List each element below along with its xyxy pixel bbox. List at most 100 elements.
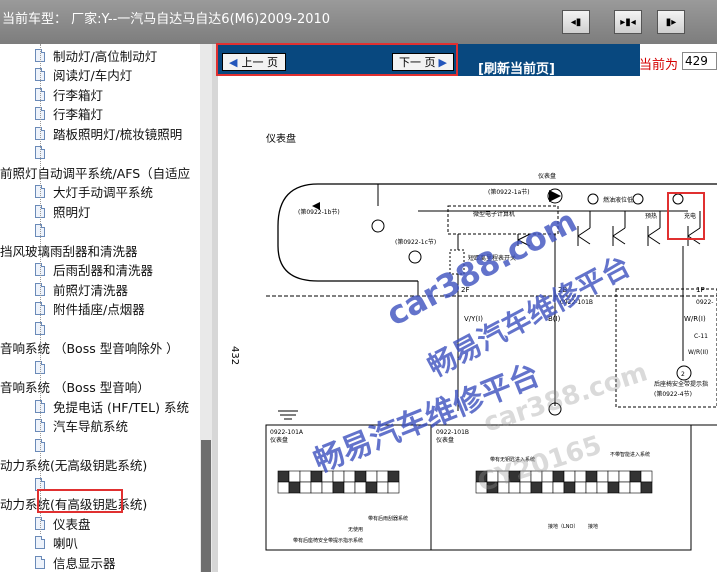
tree-item[interactable]: 喇叭 [35, 533, 78, 553]
connector-pin [563, 470, 576, 483]
connector-pin [541, 481, 554, 494]
connector-pin [596, 470, 609, 483]
connector-pin [365, 470, 378, 483]
ref-1a: (第0922-1a节) [488, 188, 530, 196]
tree-item[interactable]: 阅读灯/车内灯 [35, 65, 132, 85]
connector-pin [343, 481, 356, 494]
tree-item[interactable]: 动力系统(无高级钥匙系统) [0, 455, 147, 475]
conn-b-name: 仪表盘 [436, 436, 454, 444]
tree-item-label: 动力系统(无高级钥匙系统) [0, 458, 148, 473]
tree-item-label: 阅读灯/车内灯 [53, 68, 133, 83]
tree-item[interactable] [35, 318, 53, 338]
connector-pin [563, 481, 576, 494]
connector-pin [618, 481, 631, 494]
diagram-title: 仪表盘 [266, 132, 296, 145]
document-icon [35, 536, 45, 549]
tree-item[interactable] [35, 357, 53, 377]
tree-item[interactable]: 制动灯/高位制动灯 [35, 45, 157, 65]
tree-guide-line [40, 44, 41, 534]
tree-item[interactable] [35, 435, 53, 455]
preheat-label: 预热 [645, 212, 657, 220]
connector-pin [387, 481, 400, 494]
current-page-input[interactable] [682, 52, 717, 70]
tree-item[interactable] [35, 221, 53, 241]
tree-item-label: 音响系统 （Boss 型音响） [0, 380, 150, 395]
tree-item[interactable]: 汽车导航系统 [35, 416, 128, 436]
tree-item[interactable]: 后雨刮器和清洗器 [35, 260, 153, 280]
tree-item[interactable]: 大灯手动调平系统 [35, 182, 153, 202]
tree-item[interactable]: 行李箱灯 [35, 104, 103, 124]
connector-pin [387, 470, 400, 483]
tree-item[interactable]: 音响系统 （Boss 型音响） [0, 377, 150, 397]
ref-1c: (第0922-1c节) [395, 238, 436, 246]
tree-item[interactable]: 行李箱灯 [35, 84, 103, 104]
sidebar-scroll-thumb[interactable] [201, 440, 211, 572]
tree-item-label: 大灯手动调平系统 [53, 185, 154, 200]
tree-item-label: 免提电话 (HF/TEL) 系统 [53, 399, 189, 415]
charge-label: 充电 [684, 212, 696, 220]
tree-item[interactable]: 动力系统(有高级钥匙系统) [0, 494, 147, 514]
connector-pin [596, 481, 609, 494]
connector-pin [376, 470, 389, 483]
ground-label: 接地（LNO） [548, 523, 578, 530]
connector-pin [585, 481, 598, 494]
c11-label: C-11 [694, 333, 708, 340]
connector-pin [618, 470, 631, 483]
connector-pin [640, 470, 653, 483]
tree-item-label: 前照灯自动调平系统/AFS（自适应 [0, 165, 191, 181]
tree-item-label: 信息显示器 [53, 555, 116, 571]
vehicle-title: 当前车型： 厂家:Y--一汽马自达马自达6(M6)2009-2010 [2, 12, 331, 27]
refresh-page-link[interactable]: [刷新当前页] [478, 58, 555, 77]
section-4-label: (第0922-4节) [654, 390, 692, 398]
tree-item-label: 照明灯 [53, 204, 91, 220]
connector-pin [321, 481, 334, 494]
wire-wr: W/R(I) [684, 315, 706, 323]
collapse-left-button[interactable]: ◂▮ [562, 10, 590, 34]
rear-seatbelt-label: 后座椅安全带提示指 [654, 380, 708, 388]
connector-pin [552, 481, 565, 494]
tree-item-selected[interactable]: 仪表盘 [35, 513, 91, 533]
tree-item[interactable]: 信息显示器 [35, 552, 116, 572]
tree-item[interactable]: 踏板照明灯/梳妆镜照明 [35, 123, 182, 143]
prev-page-button[interactable]: ◀ 上一 页 [222, 53, 286, 71]
connector-pin [607, 470, 620, 483]
current-page-label: 当前为 [639, 58, 679, 73]
tree-item[interactable]: 免提电话 (HF/TEL) 系统 [35, 396, 189, 416]
fuel-label: 燃油液位低 [603, 196, 633, 204]
next-page-button[interactable]: 下一 页 ▶ [392, 53, 454, 71]
legend-no-smart: 不带智能进入系统 [610, 451, 650, 458]
connector-pin [288, 481, 301, 494]
arrow-right-icon: ▶ [438, 55, 447, 69]
connector-pin [299, 481, 312, 494]
collapse-right-button[interactable]: ▮▸ [657, 10, 685, 34]
collapse-left-icon: ◂▮ [570, 16, 582, 28]
legend-rear-wiper: 带有后雨刮器系统 [368, 515, 408, 522]
connector-pin [574, 470, 587, 483]
tree-item-label: 喇叭 [53, 536, 79, 551]
tree-item[interactable]: 前照灯清洗器 [35, 279, 128, 299]
page-number: 432 [229, 346, 240, 365]
tree-item[interactable]: 附件插座/点烟器 [35, 299, 145, 319]
tree-item-label: 动力系统(有高级钥匙系统) [0, 497, 148, 512]
connector-pin [332, 481, 345, 494]
tree-item-label: 音响系统 （Boss 型音响除外 ） [0, 341, 179, 356]
tree-item-label: 附件插座/点烟器 [53, 302, 145, 317]
tree-item-label: 仪表盘 [53, 516, 91, 532]
connector-pin [299, 470, 312, 483]
pin-1p: 1P [696, 286, 705, 294]
connector-pin [354, 470, 367, 483]
split-view-button[interactable]: ▸▮◂ [614, 10, 642, 34]
connector-pin [343, 470, 356, 483]
sidebar-tree: 制动灯/高位制动灯 阅读灯/车内灯 行李箱灯 行李箱灯 踏板照明灯/梳妆镜照明 前照灯自动… [0, 44, 212, 572]
tree-item[interactable]: 挡风玻璃雨刮器和清洗器 [0, 240, 138, 260]
micro-computer-label: 微型电子计算机 [473, 210, 515, 218]
conn-101b-right: 0922- [696, 299, 713, 306]
tree-item-label: 行李箱灯 [53, 87, 104, 103]
tree-item[interactable]: 照明灯 [35, 201, 91, 221]
tree-item[interactable]: 前照灯自动调平系统/AFS（自适应 [0, 162, 190, 182]
tree-item[interactable] [35, 474, 53, 494]
tree-item[interactable]: 音响系统 （Boss 型音响除外 ） [0, 338, 179, 358]
tree-item-label: 行李箱灯 [53, 107, 104, 122]
conn-a-code: 0922-101A [270, 429, 304, 436]
tree-item[interactable] [35, 143, 53, 163]
